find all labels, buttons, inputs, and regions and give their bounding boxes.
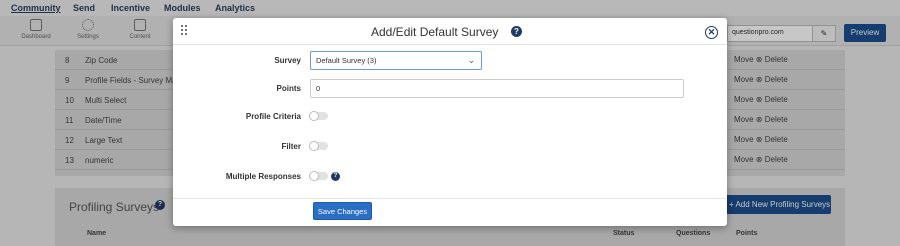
- toggle-knob: [309, 171, 319, 181]
- chevron-down-icon: ⌄: [467, 55, 475, 65]
- toggle-knob: [309, 111, 319, 121]
- points-input[interactable]: 0: [310, 79, 684, 98]
- filter-toggle[interactable]: [309, 141, 328, 151]
- survey-select-value: Default Survey (3): [316, 56, 377, 65]
- profile-criteria-label: Profile Criteria: [245, 112, 301, 121]
- multiple-responses-toggle[interactable]: [309, 171, 328, 181]
- help-icon[interactable]: ?: [511, 26, 522, 37]
- save-changes-button[interactable]: Save Changes: [313, 202, 372, 220]
- points-label: Points: [276, 84, 301, 93]
- toggle-knob: [309, 141, 319, 151]
- edit-default-survey-dialog: Add/Edit Default Survey ? ✕ Survey Defau…: [173, 18, 727, 226]
- close-icon[interactable]: ✕: [705, 26, 718, 39]
- multiple-responses-label: Multiple Responses: [225, 172, 301, 181]
- drag-handle-icon[interactable]: [181, 25, 189, 37]
- dialog-title: Add/Edit Default Survey: [371, 25, 499, 39]
- filter-label: Filter: [281, 142, 301, 151]
- dialog-footer-divider: [173, 198, 727, 199]
- survey-select[interactable]: Default Survey (3) ⌄: [310, 51, 482, 70]
- profile-criteria-toggle[interactable]: [309, 111, 328, 121]
- dialog-header: Add/Edit Default Survey ? ✕: [173, 18, 727, 45]
- help-icon[interactable]: ?: [331, 172, 340, 181]
- survey-label: Survey: [274, 56, 301, 65]
